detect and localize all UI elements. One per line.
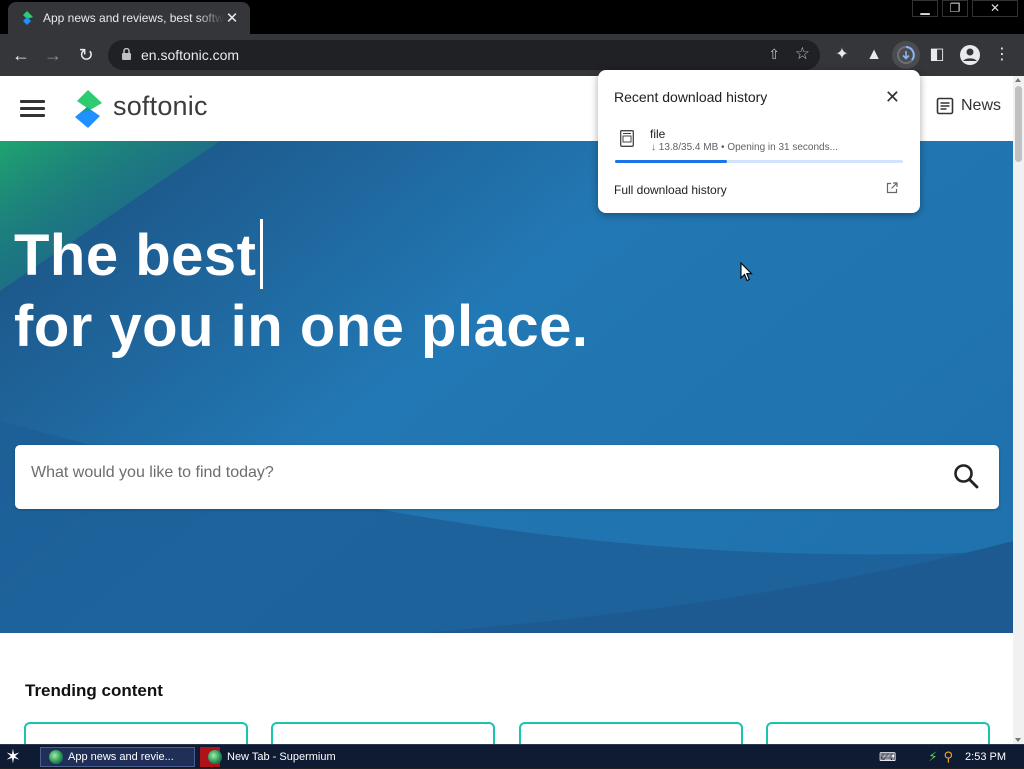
task-label: App news and revie...	[68, 751, 174, 763]
profile-avatar-icon[interactable]	[958, 43, 982, 67]
hero-banner: The best for you in one place.	[0, 141, 1013, 633]
page-scrollbar[interactable]	[1013, 76, 1024, 744]
news-label: News	[961, 97, 1002, 114]
clock: 2:53 PM	[965, 751, 1006, 763]
trending-card[interactable]	[519, 722, 743, 744]
download-progress-icon[interactable]	[892, 41, 920, 69]
labs-flask-icon[interactable]: ▲	[862, 43, 886, 67]
hero-headline-line1: The best	[14, 219, 263, 289]
file-icon	[620, 130, 634, 147]
menu-kebab-icon[interactable]: ⋮	[990, 43, 1014, 67]
trending-title: Trending content	[25, 681, 163, 700]
back-arrow-icon[interactable]: ←	[9, 43, 33, 67]
news-icon	[936, 97, 954, 115]
extensions-puzzle-icon[interactable]: ✦	[830, 43, 854, 67]
site-search	[15, 445, 999, 509]
news-link[interactable]: News	[936, 97, 1001, 115]
keyboard-icon[interactable]: ⌨	[879, 750, 896, 764]
typing-caret	[259, 219, 263, 289]
start-star-icon[interactable]: ✶	[5, 746, 21, 769]
hero-background	[0, 141, 1013, 633]
softonic-favicon-icon	[23, 11, 33, 25]
search-icon[interactable]	[953, 463, 979, 489]
hero-headline-line2: for you in one place.	[14, 294, 589, 359]
forward-arrow-icon[interactable]: →	[41, 43, 65, 67]
download-file-status: ↓ 13.8/35.4 MB • Opening in 31 seconds..…	[651, 142, 838, 153]
tab-strip: App news and reviews, best software ✕ ▁ …	[0, 0, 1024, 34]
download-bubble: Recent download history ✕ file ↓ 13.8/35…	[598, 70, 920, 213]
network-icon[interactable]: ⚡	[928, 749, 937, 765]
open-external-icon[interactable]	[886, 182, 898, 194]
window-controls: ▁ ❐ ✕	[908, 0, 1024, 17]
side-panel-icon[interactable]: ◧	[925, 43, 949, 67]
download-bubble-title: Recent download history	[614, 89, 768, 105]
url-text: en.softonic.com	[141, 47, 240, 63]
tab-close-icon[interactable]: ✕	[224, 9, 240, 27]
mouse-cursor-icon	[740, 262, 753, 282]
tab-softonic[interactable]: App news and reviews, best software ✕	[8, 2, 250, 34]
hamburger-menu-icon[interactable]	[20, 100, 45, 118]
taskbar-task-app-news[interactable]: App news and revie...	[40, 747, 195, 767]
minimize-button[interactable]: ▁	[912, 0, 938, 17]
trending-card[interactable]	[24, 722, 248, 744]
browser-globe-icon	[208, 750, 222, 764]
logo-text[interactable]: softonic	[113, 91, 208, 122]
download-progress-fill	[615, 160, 728, 163]
scroll-down-icon[interactable]	[1015, 738, 1021, 742]
full-download-history-link[interactable]: Full download history	[614, 183, 727, 197]
lock-icon	[122, 48, 131, 60]
tab-title: App news and reviews, best software	[43, 11, 224, 25]
taskbar-task-new-tab[interactable]: New Tab - Supermium	[200, 747, 360, 767]
address-bar[interactable]: en.softonic.com ⇧ ☆	[108, 40, 820, 70]
softonic-logo-icon[interactable]	[70, 89, 106, 129]
browser-globe-icon	[49, 750, 63, 764]
search-input[interactable]	[31, 464, 931, 482]
bookmark-star-icon[interactable]: ☆	[795, 44, 810, 64]
scroll-up-icon[interactable]	[1015, 78, 1021, 82]
search-tray-icon[interactable]: ⚲	[944, 749, 954, 765]
trending-card[interactable]	[766, 722, 990, 744]
taskbar: ✶ App news and revie... New Tab - Superm…	[0, 744, 1024, 768]
restore-button[interactable]: ❐	[942, 0, 968, 17]
reload-icon[interactable]: ↻	[74, 43, 98, 67]
window-close-button[interactable]: ✕	[972, 0, 1018, 17]
share-icon[interactable]: ⇧	[768, 46, 780, 63]
download-bubble-close-icon[interactable]: ✕	[885, 87, 900, 108]
task-label: New Tab - Supermium	[227, 751, 336, 763]
trending-card[interactable]	[271, 722, 495, 744]
scroll-thumb[interactable]	[1015, 86, 1022, 162]
download-progress-bar	[615, 160, 903, 163]
download-file-name[interactable]: file	[650, 127, 665, 141]
system-tray: ⌨ ⚡ ⚲ 2:53 PM	[879, 745, 1024, 769]
